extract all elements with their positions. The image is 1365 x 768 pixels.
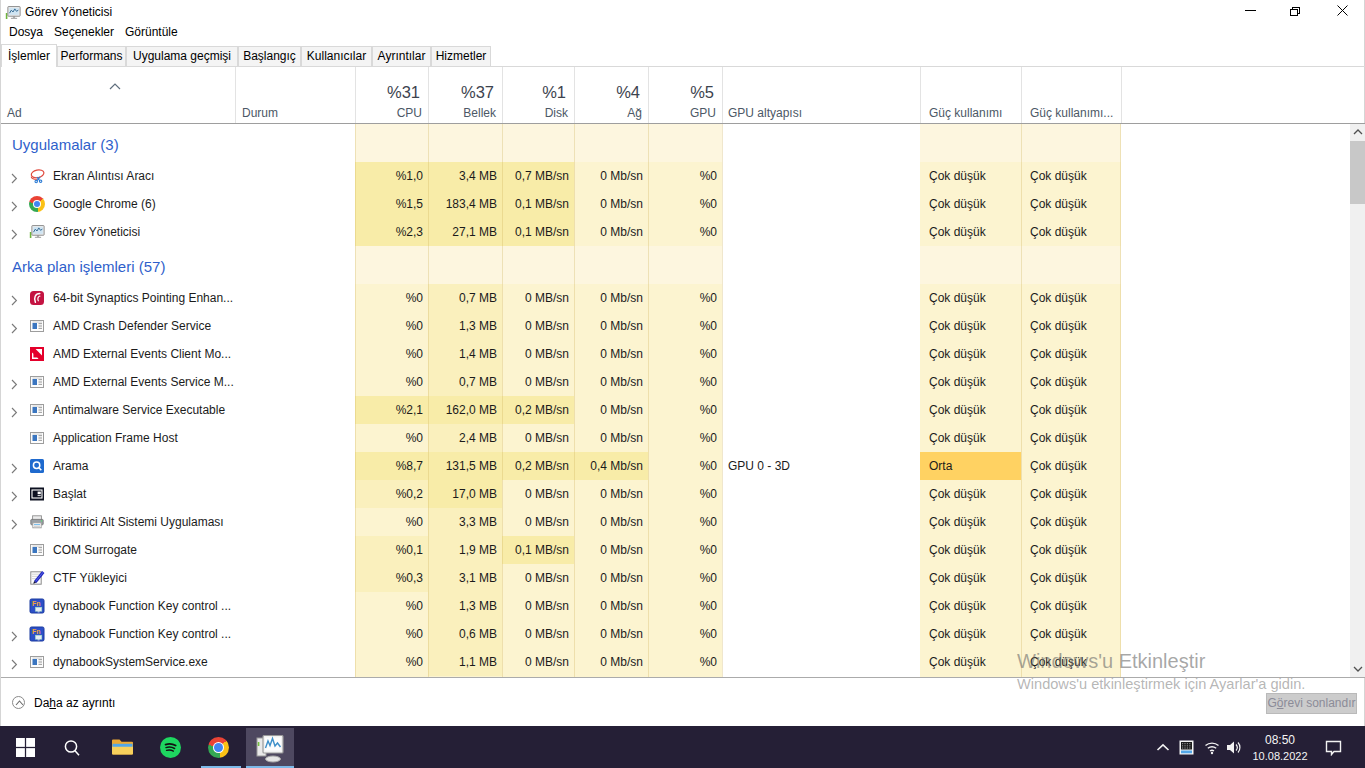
svg-text:Fn: Fn [32, 600, 41, 607]
svg-text:Fn: Fn [32, 628, 41, 635]
